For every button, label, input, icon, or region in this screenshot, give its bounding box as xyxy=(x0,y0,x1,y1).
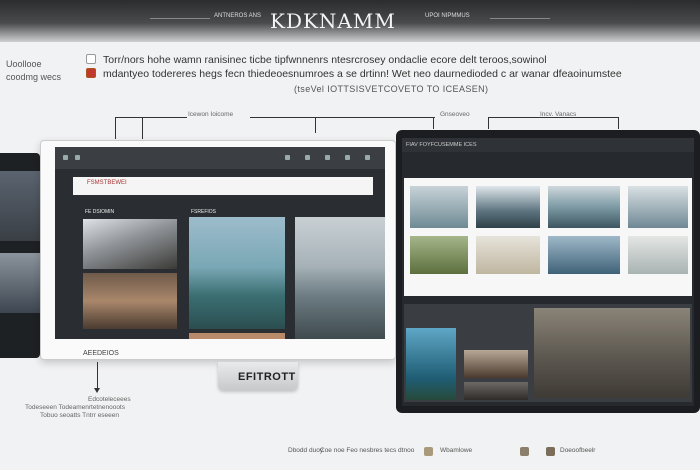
grid-photo[interactable] xyxy=(410,186,468,228)
app-toolbar xyxy=(55,147,385,169)
callout-mid: Gnseoveo xyxy=(440,111,470,118)
connector-line xyxy=(115,117,116,139)
tablet-device: FIAV FOYFCUSEMME ICES xyxy=(396,130,700,413)
thumbnail-image xyxy=(0,171,40,241)
toolbar-icon[interactable] xyxy=(305,155,310,160)
tab-bar: FSMSTBEWEI xyxy=(73,177,373,195)
banner-rule-right xyxy=(490,18,550,19)
side-device xyxy=(0,153,40,358)
callout-left: Icewon Ioicome xyxy=(188,111,234,118)
footer-text: Coe noe Feo nesbres tecs dtnoo xyxy=(320,447,415,454)
landscape-photo[interactable] xyxy=(83,273,177,329)
preview-photo[interactable] xyxy=(464,350,528,378)
under-monitor-line1: Edcoteleceees xyxy=(88,396,131,403)
stand-label: EFITROTT xyxy=(238,371,296,383)
grid-photo[interactable] xyxy=(476,186,540,228)
footer-text: Dbodd duoy xyxy=(288,447,324,454)
grid-photo[interactable] xyxy=(548,236,620,274)
toolbar-icon[interactable] xyxy=(345,155,350,160)
toolbar-icon[interactable] xyxy=(63,155,68,160)
under-monitor-line2: Todeseeen Todeamenrtetnenooots xyxy=(25,404,125,411)
arrow-down-icon xyxy=(94,388,100,393)
footer-text: Wbamlowe xyxy=(440,447,473,454)
preview-panel xyxy=(404,304,692,402)
footer-thumb-icon[interactable] xyxy=(520,447,529,456)
banner-rule-left xyxy=(150,18,210,19)
connector-line xyxy=(488,117,618,118)
under-monitor-line3: Tobuo seoatts Tntrr eseeen xyxy=(40,412,120,419)
preview-photo[interactable] xyxy=(406,328,456,400)
connector-line xyxy=(115,117,187,118)
doc-icon xyxy=(86,54,96,64)
grid-photo[interactable] xyxy=(628,236,688,274)
header-line2: mdantyeo todereres hegs fecn thiedeoesnu… xyxy=(103,68,622,80)
side-note: Uoollooe coodmg wecs xyxy=(6,58,61,84)
tablet-menu[interactable]: FIAV FOYFCUSEMME ICES xyxy=(406,142,477,148)
toolbar-icon[interactable] xyxy=(325,155,330,160)
toolbar-icon[interactable] xyxy=(75,155,80,160)
side-note-line1: Uoollooe xyxy=(6,59,42,69)
header-subline: (tseVel IOTTSISVETCOVETO TO ICEASEN) xyxy=(294,84,489,94)
thumbnail-image[interactable] xyxy=(189,333,285,339)
thumbnail-image xyxy=(0,253,40,313)
grid-photo[interactable] xyxy=(410,236,468,274)
connector-line xyxy=(433,117,434,129)
toolbar-icon[interactable] xyxy=(365,155,370,160)
connector-line xyxy=(488,117,489,129)
section-caption: FSREFIOS xyxy=(191,209,217,215)
landscape-photo[interactable] xyxy=(83,219,177,269)
tab-active[interactable]: FSMSTBEWEI xyxy=(87,180,127,186)
connector-line xyxy=(618,117,619,129)
tablet-menubar: FIAV FOYFCUSEMME ICES xyxy=(402,138,694,152)
grid-photo[interactable] xyxy=(628,186,688,228)
connector-line xyxy=(142,117,143,139)
section-caption: FE DSIOMIN xyxy=(85,209,115,215)
header-line1: Torr/nors hohe wamn ranisinec ticbe tipf… xyxy=(103,54,547,66)
connector-line xyxy=(250,117,435,118)
grid-photo[interactable] xyxy=(548,186,620,228)
grid-photo[interactable] xyxy=(476,236,540,274)
banner-subtitle-right: UPOI NIPMMUS xyxy=(425,13,470,19)
preview-photo[interactable] xyxy=(534,308,690,398)
toolbar-icon[interactable] xyxy=(285,155,290,160)
connector-line xyxy=(97,362,98,390)
desktop-monitor: FSMSTBEWEI FE DSIOMIN FSREFIOS AEEDEIOS xyxy=(40,140,396,360)
top-banner: ANTNEROS ANS KDKNAMM UPOI NIPMMUS xyxy=(0,0,700,42)
preview-photo[interactable] xyxy=(464,382,528,400)
monitor-stand: EFITROTT xyxy=(218,362,298,390)
tablet-screen: FIAV FOYFCUSEMME ICES xyxy=(402,138,694,406)
photo-grid xyxy=(404,178,692,296)
seascape-photo[interactable] xyxy=(189,217,285,329)
brand-title: KDKNAMM xyxy=(270,9,396,33)
monitor-caption: AEEDEIOS xyxy=(83,350,119,357)
seascape-photo[interactable] xyxy=(295,217,385,339)
pdf-icon xyxy=(86,68,96,78)
footer-text: Doeoofbeelr xyxy=(560,447,596,454)
banner-subtitle-left: ANTNEROS ANS xyxy=(214,13,262,19)
footer-thumb-icon[interactable] xyxy=(424,447,433,456)
footer-thumb-icon[interactable] xyxy=(546,447,555,456)
side-note-line2: coodmg wecs xyxy=(6,72,62,82)
editor-canvas: FSMSTBEWEI FE DSIOMIN FSREFIOS xyxy=(55,169,385,339)
connector-line xyxy=(315,117,316,133)
